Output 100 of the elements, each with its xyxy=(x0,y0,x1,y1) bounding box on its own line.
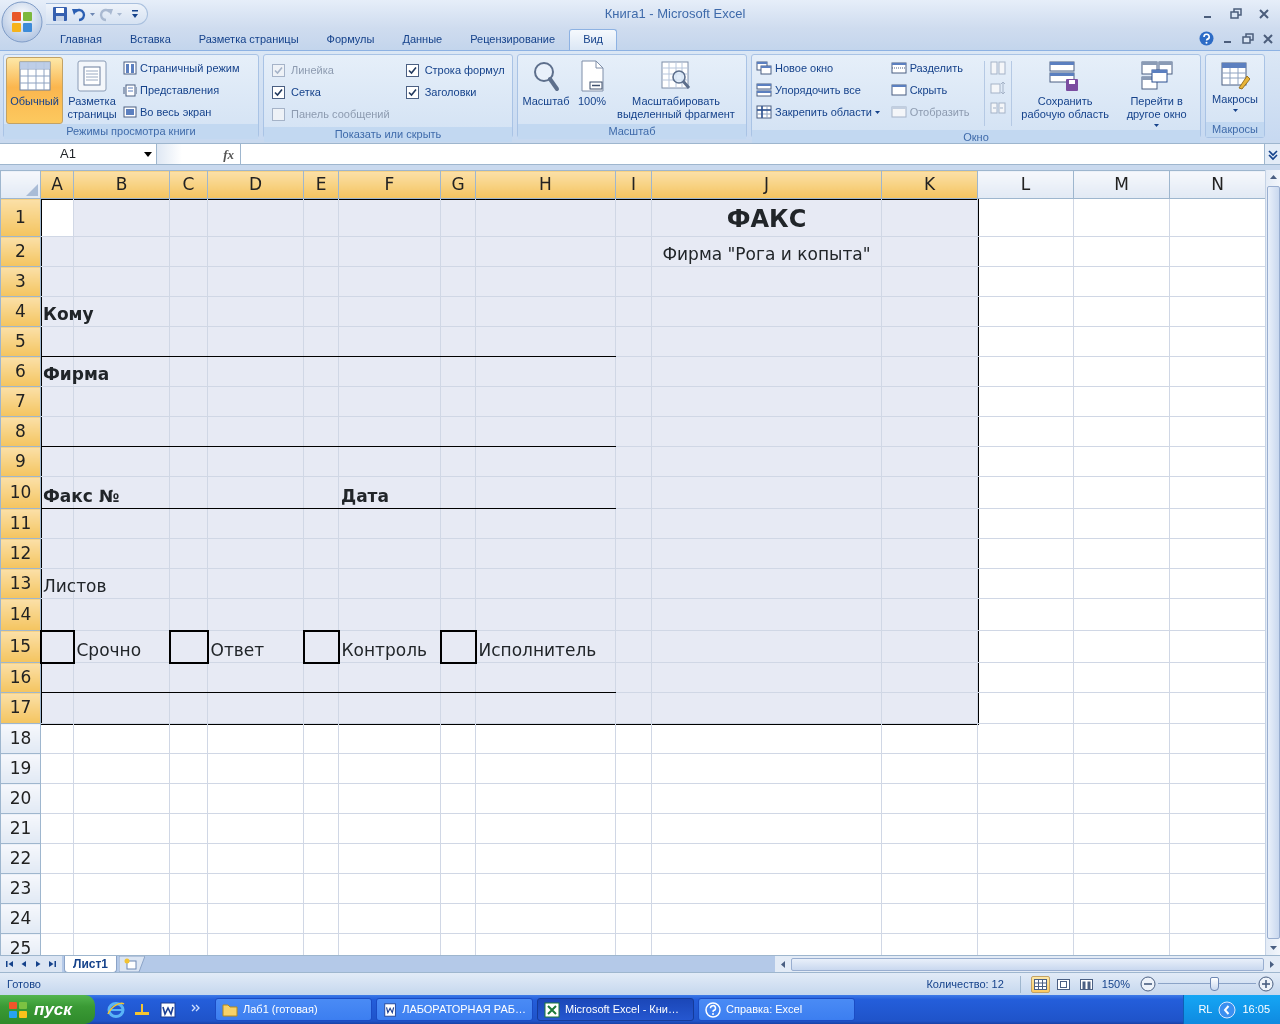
taskbar-button[interactable]: Справка: Excel xyxy=(698,998,855,1021)
ribbon-button[interactable]: Макросы xyxy=(1208,57,1262,122)
windows-logo-icon xyxy=(8,1000,28,1019)
row-header[interactable]: 8 xyxy=(0,416,41,447)
ribbon-tab[interactable]: Формулы xyxy=(312,29,389,50)
ribbon-tab[interactable]: Разметка страницы xyxy=(184,29,313,50)
help-icon[interactable] xyxy=(1199,31,1214,46)
row-header[interactable]: 25 xyxy=(0,933,41,955)
row-header[interactable]: 21 xyxy=(0,813,41,844)
row-header[interactable]: 12 xyxy=(0,538,41,569)
column-header[interactable]: G xyxy=(440,170,476,199)
slider-thumb[interactable] xyxy=(1209,977,1219,991)
ribbon-button[interactable]: Перейти в другое окно xyxy=(1115,57,1198,130)
column-header[interactable]: N xyxy=(1169,170,1265,199)
last-sheet-icon[interactable] xyxy=(46,959,58,969)
save-icon[interactable] xyxy=(52,6,68,22)
ribbon-tab[interactable]: Данные xyxy=(388,29,457,50)
checkbox[interactable] xyxy=(272,85,285,99)
ribbon-button[interactable]: Страничный режим xyxy=(121,58,242,78)
checkbox[interactable] xyxy=(405,85,419,99)
column-header[interactable]: B xyxy=(73,170,170,199)
column-header[interactable]: A xyxy=(40,170,74,199)
row-header[interactable]: 2 xyxy=(0,236,41,267)
taskbar-button[interactable]: ЛАБОРАТОРНАЯ РАБ… xyxy=(376,998,533,1021)
row-header[interactable]: 16 xyxy=(0,662,41,693)
column-header[interactable]: E xyxy=(303,170,339,199)
row-header[interactable]: 6 xyxy=(0,356,41,387)
ribbon-button[interactable]: Обычный xyxy=(6,57,63,124)
ribbon-button[interactable]: Разметка страницы xyxy=(65,57,119,124)
view-button[interactable] xyxy=(1030,975,1050,993)
cell-text: Фирма xyxy=(43,363,110,384)
chevron-icon[interactable] xyxy=(1218,1000,1237,1019)
ribbon-button[interactable]: Сохранить рабочую область xyxy=(1017,57,1114,130)
ribbon-button[interactable]: Закрепить области xyxy=(754,102,887,122)
ribbon-button[interactable]: Упорядочить все xyxy=(754,80,887,100)
column-header[interactable]: L xyxy=(977,170,1074,199)
column-header[interactable]: J xyxy=(651,170,882,199)
ribbon-button[interactable]: Масштаб xyxy=(520,57,572,124)
close-icon[interactable] xyxy=(1258,8,1270,20)
column-header[interactable]: M xyxy=(1073,170,1170,199)
column-header[interactable]: C xyxy=(169,170,208,199)
row-header[interactable]: 1 xyxy=(0,198,41,237)
column-header[interactable]: H xyxy=(475,170,616,199)
ribbon-button[interactable]: Скрыть xyxy=(888,80,979,100)
undo-icon[interactable] xyxy=(71,6,87,22)
row-header[interactable]: 4 xyxy=(0,296,41,327)
row-header[interactable]: 14 xyxy=(0,598,41,631)
row-header[interactable]: 22 xyxy=(0,843,41,874)
start-button[interactable]: пуск xyxy=(0,995,95,1024)
ribbon-tab[interactable]: Вставка xyxy=(115,29,185,50)
row-header[interactable]: 20 xyxy=(0,783,41,814)
zoom-out-icon[interactable] xyxy=(1140,976,1156,992)
ribbon-button[interactable]: Новое окно xyxy=(754,58,887,78)
ribbon-tab[interactable]: Рецензирование xyxy=(456,29,570,50)
row-header[interactable]: 13 xyxy=(0,568,41,599)
close-icon[interactable] xyxy=(1262,32,1274,45)
grid-icon xyxy=(1033,978,1047,990)
first-sheet-icon[interactable] xyxy=(4,959,16,969)
row-header[interactable]: 18 xyxy=(0,723,41,754)
ribbon-tab[interactable]: Главная xyxy=(46,29,116,50)
ribbon-button[interactable]: 100% xyxy=(574,57,610,124)
restore-icon[interactable] xyxy=(1230,8,1242,20)
row-header[interactable]: 5 xyxy=(0,326,41,357)
scroll-thumb[interactable] xyxy=(791,957,1264,971)
row-header[interactable]: 10 xyxy=(0,476,41,509)
word-icon[interactable] xyxy=(159,1000,177,1019)
ribbon-tab[interactable]: Вид xyxy=(569,29,618,50)
ribbon-button[interactable]: Во весь экран xyxy=(121,102,242,122)
zoom-in-icon[interactable] xyxy=(1258,976,1274,992)
row-header[interactable]: 24 xyxy=(0,903,41,934)
row-header[interactable]: 9 xyxy=(0,446,41,477)
row-header[interactable]: 15 xyxy=(0,630,41,663)
zoom-percent[interactable]: 150% xyxy=(1101,975,1130,993)
row-header[interactable]: 11 xyxy=(0,508,41,539)
row-header[interactable]: 3 xyxy=(0,266,41,297)
column-header[interactable]: I xyxy=(615,170,652,199)
checkbox[interactable] xyxy=(405,63,419,77)
ribbon-button[interactable]: Разделить xyxy=(888,58,979,78)
browser-icon[interactable] xyxy=(107,1000,125,1019)
horizontal-scrollbar[interactable] xyxy=(775,956,1280,972)
zoom-slider[interactable] xyxy=(1158,976,1256,992)
restore-icon[interactable] xyxy=(1242,32,1254,45)
chevron-icon[interactable] xyxy=(191,1002,201,1013)
row-header[interactable]: 19 xyxy=(0,753,41,784)
column-header[interactable]: F xyxy=(338,170,441,199)
expand-button[interactable] xyxy=(1264,144,1280,164)
ribbon-button[interactable]: Представления xyxy=(121,80,242,100)
taskbar-button[interactable]: Лаб1 (готовая) xyxy=(215,998,372,1021)
column-header[interactable]: D xyxy=(207,170,304,199)
column-header[interactable]: K xyxy=(881,170,978,199)
row-header[interactable]: 7 xyxy=(0,386,41,417)
views-icon xyxy=(123,83,137,97)
ribbon-button[interactable]: Масштабировать выделенный фрагмент xyxy=(612,57,740,124)
cell-text: Листов xyxy=(43,575,107,596)
row-header[interactable]: 17 xyxy=(0,692,41,724)
cell-text: Контроль xyxy=(341,639,428,660)
row-header[interactable]: 23 xyxy=(0,873,41,904)
insert-function-button[interactable]: fx xyxy=(157,144,241,164)
customize-icon[interactable] xyxy=(131,9,139,19)
taskbar-button[interactable]: Microsoft Excel - Кни… xyxy=(537,998,694,1021)
